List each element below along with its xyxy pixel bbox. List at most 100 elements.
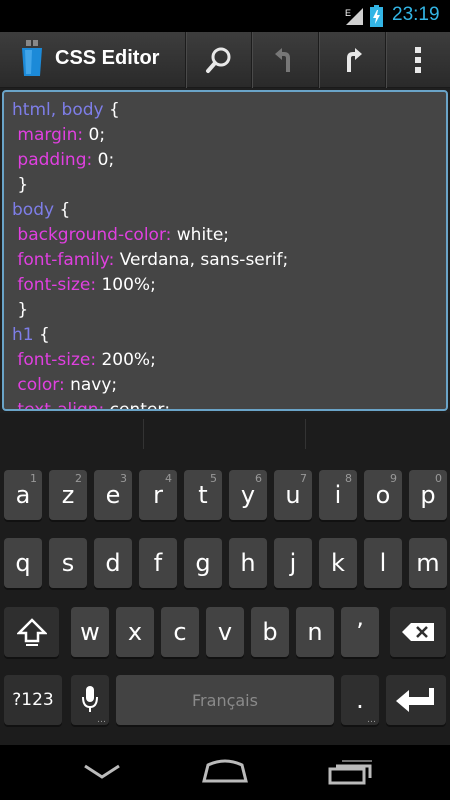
key-label: ’ xyxy=(356,618,364,646)
key-label: s xyxy=(61,549,75,577)
key-e[interactable]: e3 xyxy=(94,470,132,520)
undo-button[interactable] xyxy=(251,32,318,88)
shift-key[interactable] xyxy=(4,607,59,657)
code-line: } xyxy=(12,298,288,323)
key-label: r xyxy=(153,481,163,509)
editor-container: html, body { margin: 0; padding: 0; } bod… xyxy=(0,88,450,413)
recent-apps-icon[interactable] xyxy=(328,759,374,785)
key-t[interactable]: t5 xyxy=(184,470,222,520)
css-punctuation: { xyxy=(33,325,50,345)
css-selector: html, body xyxy=(12,100,104,120)
back-icon[interactable] xyxy=(82,763,122,781)
backspace-key[interactable] xyxy=(390,607,446,657)
key-label: n xyxy=(307,618,323,646)
space-key[interactable]: Français xyxy=(116,675,334,725)
key-a[interactable]: a1 xyxy=(4,470,42,520)
key-j[interactable]: j xyxy=(274,538,312,588)
suggestion-strip xyxy=(0,413,450,455)
microphone-icon xyxy=(82,686,98,712)
css-value: 0; xyxy=(92,150,115,170)
key-label: l xyxy=(379,549,387,577)
code-line: font-size: 200%; xyxy=(12,348,288,373)
key-g[interactable]: g xyxy=(184,538,222,588)
overflow-menu-icon xyxy=(415,47,421,73)
key-label: c xyxy=(173,618,187,646)
overflow-menu-button[interactable] xyxy=(385,32,450,88)
code-line: body { xyxy=(12,198,288,223)
key-m[interactable]: m xyxy=(409,538,447,588)
css-value: white; xyxy=(171,225,230,245)
key-w[interactable]: w xyxy=(71,607,109,657)
key-label: t xyxy=(198,481,208,509)
key-’[interactable]: ’ xyxy=(341,607,379,657)
key-u[interactable]: u7 xyxy=(274,470,312,520)
key-hint: 1 xyxy=(30,472,37,485)
css-selector: h1 xyxy=(12,325,34,345)
enter-icon xyxy=(396,688,434,712)
css-property: font-family: xyxy=(12,250,115,270)
redo-icon xyxy=(347,48,362,72)
css-property: font-size: xyxy=(12,275,97,295)
period-key[interactable]: . … xyxy=(341,675,379,725)
css-editor-textarea[interactable]: html, body { margin: 0; padding: 0; } bod… xyxy=(2,90,448,411)
key-label: j xyxy=(289,549,297,577)
app-title: CSS Editor xyxy=(55,47,160,69)
shift-icon xyxy=(16,618,47,646)
key-y[interactable]: y6 xyxy=(229,470,267,520)
key-b[interactable]: b xyxy=(251,607,289,657)
code-line: background-color: white; xyxy=(12,223,288,248)
key-label: h xyxy=(240,549,256,577)
symbols-key[interactable]: ?123 xyxy=(4,675,62,725)
key-o[interactable]: o9 xyxy=(364,470,402,520)
redo-button[interactable] xyxy=(318,32,385,88)
key-n[interactable]: n xyxy=(296,607,334,657)
key-label: m xyxy=(416,549,440,577)
code-line: text-align: center; xyxy=(12,398,288,411)
search-button[interactable] xyxy=(185,32,251,88)
svg-text:E: E xyxy=(345,8,351,18)
key-label: i xyxy=(334,481,342,509)
key-label: a xyxy=(15,481,31,509)
period-key-label: . xyxy=(356,686,364,714)
css-property: color: xyxy=(12,375,65,395)
key-hint: 7 xyxy=(300,472,307,485)
key-label: y xyxy=(240,481,256,509)
key-p[interactable]: p0 xyxy=(409,470,447,520)
key-z[interactable]: z2 xyxy=(49,470,87,520)
key-v[interactable]: v xyxy=(206,607,244,657)
key-s[interactable]: s xyxy=(49,538,87,588)
css-property: padding: xyxy=(12,150,93,170)
key-label: z xyxy=(61,481,75,509)
key-k[interactable]: k xyxy=(319,538,357,588)
enter-key[interactable] xyxy=(386,675,446,725)
key-label: v xyxy=(217,618,233,646)
key-hint: 0 xyxy=(435,472,442,485)
key-i[interactable]: i8 xyxy=(319,470,357,520)
css-property: font-size: xyxy=(12,350,97,370)
key-h[interactable]: h xyxy=(229,538,267,588)
key-d[interactable]: d xyxy=(94,538,132,588)
css-property: background-color: xyxy=(12,225,172,245)
action-bar: CSS Editor xyxy=(0,32,450,88)
key-q[interactable]: q xyxy=(4,538,42,588)
code-line: margin: 0; xyxy=(12,123,288,148)
key-hint: 2 xyxy=(75,472,82,485)
code-line: font-family: Verdana, sans-serif; xyxy=(12,248,288,273)
key-c[interactable]: c xyxy=(161,607,199,657)
key-label: k xyxy=(331,549,345,577)
code-line: font-size: 100%; xyxy=(12,273,288,298)
navigation-bar xyxy=(0,745,450,800)
search-icon xyxy=(205,47,230,73)
key-x[interactable]: x xyxy=(116,607,154,657)
key-more-indicator: … xyxy=(367,715,376,725)
css-property: margin: xyxy=(12,125,84,145)
home-icon[interactable] xyxy=(200,759,250,783)
css-property: text-align: xyxy=(12,400,105,411)
css-value: Verdana, sans-serif; xyxy=(114,250,289,270)
voice-input-key[interactable]: … xyxy=(71,675,109,725)
signal-icon: E xyxy=(345,8,363,25)
status-bar: E 23:19 xyxy=(0,0,450,32)
key-l[interactable]: l xyxy=(364,538,402,588)
key-r[interactable]: r4 xyxy=(139,470,177,520)
key-f[interactable]: f xyxy=(139,538,177,588)
